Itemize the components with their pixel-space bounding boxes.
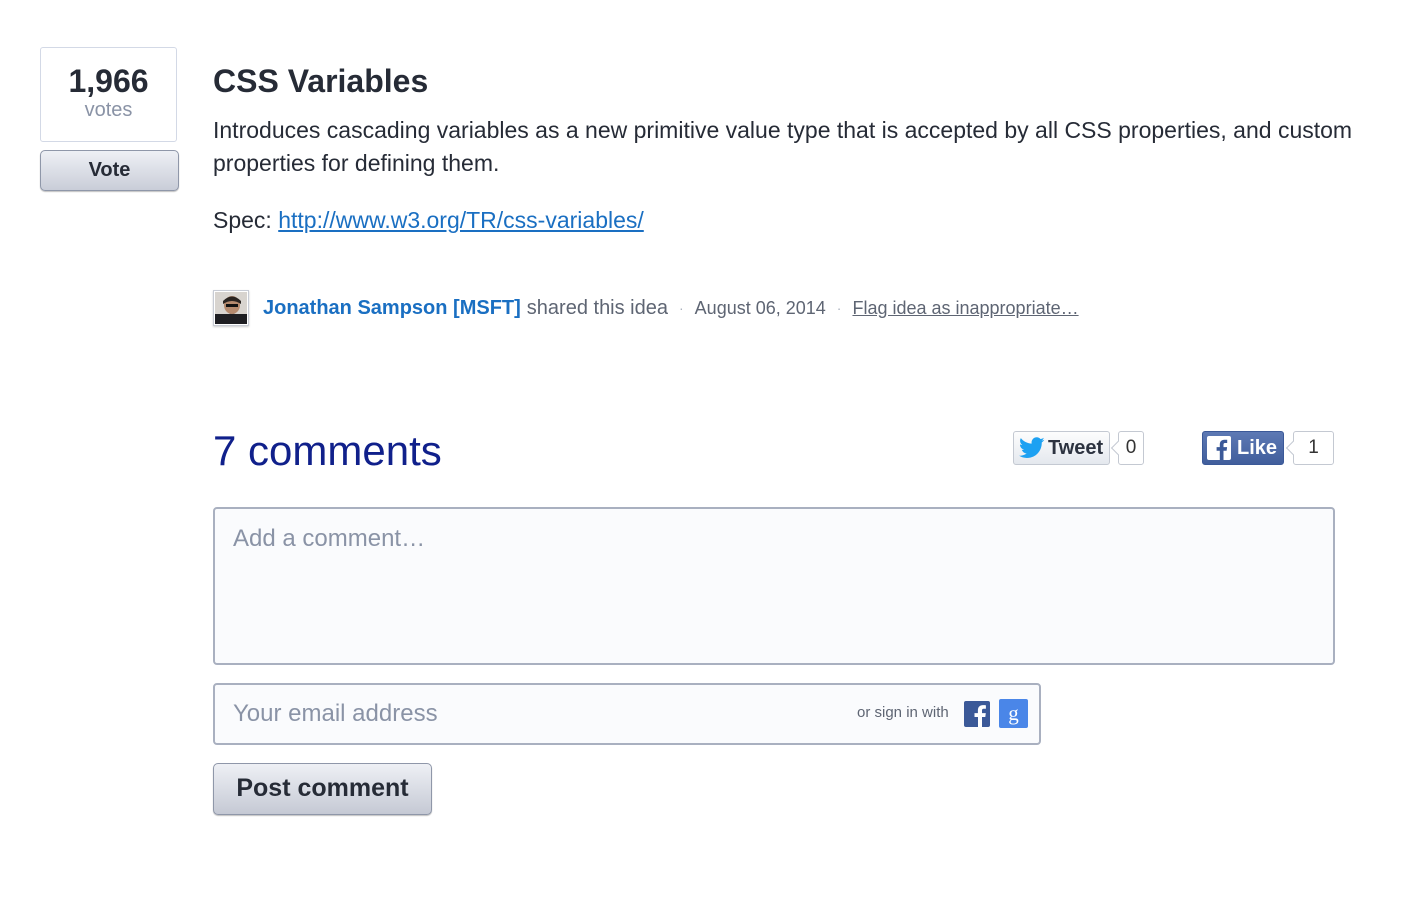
idea-description: Introduces cascading variables as a new … [213,117,1353,176]
spec-label: Spec: [213,207,279,233]
user-avatar-icon [215,292,247,324]
email-field-wrapper: or sign in with g [213,683,1041,745]
idea-meta: Jonathan Sampson [MSFT] shared this idea… [213,289,1079,327]
shared-text: shared this idea [526,296,668,319]
email-field[interactable] [215,685,815,743]
author-link[interactable]: Jonathan Sampson [MSFT] [263,297,521,320]
post-comment-button[interactable]: Post comment [213,763,432,815]
twitter-bird-icon [1019,437,1045,458]
facebook-icon [1207,436,1231,460]
idea-spec: Spec: http://www.w3.org/TR/css-variables… [213,204,644,237]
vote-count-box: 1,966 votes [40,47,177,142]
signin-label: or sign in with [857,704,949,721]
meta-separator: · [836,300,842,316]
comment-textarea[interactable] [213,507,1335,665]
vote-count: 1,966 [68,63,149,99]
meta-separator: · [679,300,684,316]
facebook-like-button[interactable]: Like [1202,431,1284,465]
tweet-label: Tweet [1048,436,1104,459]
svg-text:g: g [1008,701,1019,725]
idea-title: CSS Variables [213,63,429,99]
tweet-count: 0 [1118,431,1144,465]
author-avatar[interactable] [213,290,249,326]
comments-title: 7 comments [213,427,442,474]
idea-date: August 06, 2014 [694,297,826,318]
vote-button[interactable]: Vote [40,150,179,191]
spec-link[interactable]: http://www.w3.org/TR/css-variables/ [278,207,644,233]
flag-idea-link[interactable]: Flag idea as inappropriate… [852,298,1078,319]
tweet-button[interactable]: Tweet [1013,431,1110,465]
like-label: Like [1237,436,1278,459]
like-count: 1 [1293,431,1334,465]
votes-label: votes [84,99,133,121]
facebook-signin-icon[interactable] [964,701,990,727]
google-signin-icon[interactable]: g [999,699,1028,728]
